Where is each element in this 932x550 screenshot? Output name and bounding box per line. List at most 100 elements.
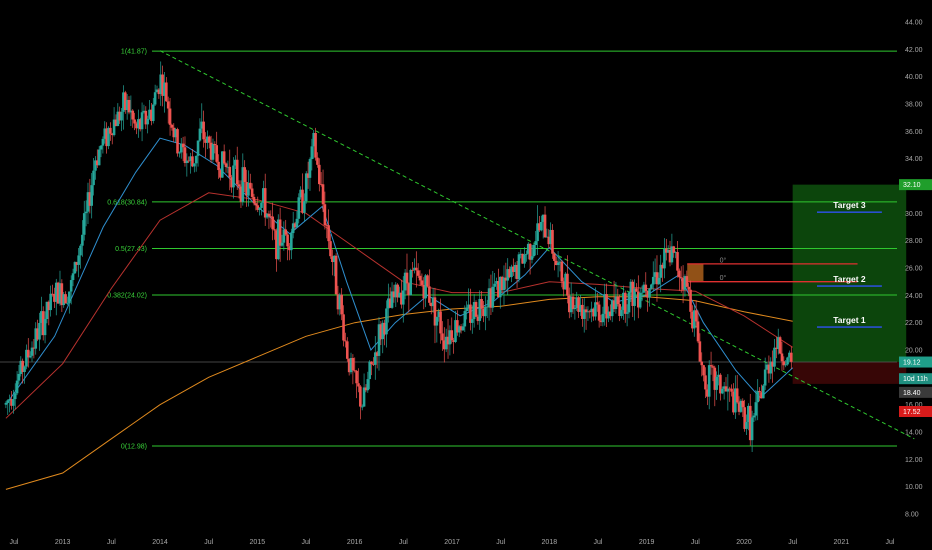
candle-body-361	[678, 270, 681, 278]
fib-label-0: 1(41.87)	[121, 49, 147, 56]
candle-body-50	[97, 149, 101, 166]
candle-body-95	[181, 143, 185, 148]
candle-body-367	[689, 289, 692, 312]
entry-box	[687, 263, 704, 282]
candle-body-32	[64, 294, 67, 304]
candle-body-282	[530, 256, 534, 260]
candle-body-89	[170, 124, 174, 128]
candle-body-298	[560, 261, 564, 282]
candle-body-196	[370, 361, 373, 365]
x-tick-15: 2020	[736, 539, 752, 546]
candle-body-392	[735, 388, 739, 403]
candle-body-330	[620, 309, 623, 316]
candle-body-139	[263, 188, 267, 218]
y-tick-15: 14.00	[905, 430, 923, 437]
candle-body-247	[465, 307, 468, 312]
candle-body-117	[222, 151, 226, 164]
candle-body-131	[248, 182, 252, 189]
candle-body-233	[439, 311, 442, 334]
candle-body-250	[470, 319, 474, 323]
candle-body-66	[127, 99, 131, 113]
candle-body-204	[385, 308, 388, 335]
x-tick-7: 2016	[347, 539, 363, 546]
candle-body-93	[178, 152, 181, 154]
x-tick-4: Jul	[204, 539, 213, 546]
x-tick-2: Jul	[107, 539, 116, 546]
candle-body-186	[351, 357, 355, 371]
chart-background	[0, 0, 932, 550]
candle-body-87	[166, 101, 170, 109]
candle-body-341	[640, 292, 644, 294]
candle-body-332	[623, 292, 627, 314]
candle-body-144	[273, 229, 276, 231]
candle-body-101	[193, 163, 196, 167]
candle-body-231	[435, 317, 439, 326]
candle-body-24	[49, 293, 52, 311]
candle-body-10	[23, 366, 26, 372]
candle-body-21	[43, 319, 47, 336]
y-tick-4: 36.00	[905, 129, 923, 136]
candle-body-56	[109, 127, 112, 134]
candle-body-407	[763, 369, 767, 386]
candle-body-153	[290, 233, 293, 251]
candle-body-304	[571, 296, 575, 310]
candle-body-389	[730, 388, 733, 392]
price-tag-3: 18.40	[903, 390, 921, 397]
resistance-marker-1: 0°	[720, 274, 727, 282]
candle-body-51	[99, 145, 103, 150]
candle-body-42	[82, 213, 86, 235]
candle-body-34	[68, 291, 71, 303]
y-tick-7: 30.00	[905, 211, 923, 218]
x-tick-10: Jul	[496, 539, 505, 546]
candle-body-103	[196, 140, 200, 156]
candle-body-80	[153, 92, 157, 105]
candle-body-35	[69, 280, 73, 292]
fib-label-4: 0(12.98)	[121, 443, 147, 450]
stop-zone	[792, 362, 907, 384]
x-tick-18: Jul	[886, 539, 895, 546]
candle-body-41	[81, 234, 84, 246]
candle-body-275	[517, 254, 521, 279]
candle-body-400	[750, 417, 754, 441]
candle-body-381	[715, 376, 718, 390]
candle-body-215	[405, 272, 409, 284]
candle-body-257	[484, 307, 487, 317]
candle-body-404	[758, 390, 761, 393]
candle-body-183	[345, 341, 349, 359]
candle-body-133	[252, 196, 256, 204]
y-tick-11: 22.00	[905, 320, 923, 327]
candle-body-279	[525, 253, 528, 255]
x-tick-16: Jul	[788, 539, 797, 546]
candle-body-39	[77, 255, 80, 265]
candle-body-134	[254, 203, 258, 206]
x-tick-12: Jul	[594, 539, 603, 546]
candle-body-177	[334, 255, 338, 295]
candle-body-113	[215, 145, 218, 162]
candle-body-289	[543, 214, 547, 238]
candle-body-69	[133, 119, 136, 124]
y-tick-9: 26.00	[905, 266, 923, 273]
candle-body-102	[194, 155, 198, 164]
resistance-marker-0: 0°	[720, 256, 727, 264]
candle-body-92	[176, 129, 179, 154]
y-tick-12: 20.00	[905, 348, 923, 355]
candle-body-122	[232, 165, 235, 188]
candle-body-111	[211, 143, 215, 160]
candle-body-62	[120, 111, 123, 121]
candle-body-294	[553, 253, 556, 261]
x-tick-14: Jul	[691, 539, 700, 546]
y-tick-3: 38.00	[905, 102, 923, 109]
candle-body-118	[224, 163, 228, 168]
candle-body-287	[540, 221, 543, 231]
candle-body-190	[359, 386, 362, 407]
candle-body-416	[780, 353, 784, 362]
candle-body-220	[415, 267, 418, 271]
candle-body-73	[140, 112, 144, 130]
candle-body-88	[168, 108, 172, 125]
candle-body-160	[303, 201, 306, 213]
x-tick-17: 2021	[834, 539, 850, 546]
price-chart[interactable]: 1(41.87) 0.618(30.84) 0.5(27.43) 0.382(24.0…	[0, 0, 932, 550]
candle-body-234	[441, 333, 444, 341]
candle-body-217	[409, 269, 413, 296]
candle-body-143	[271, 216, 274, 230]
